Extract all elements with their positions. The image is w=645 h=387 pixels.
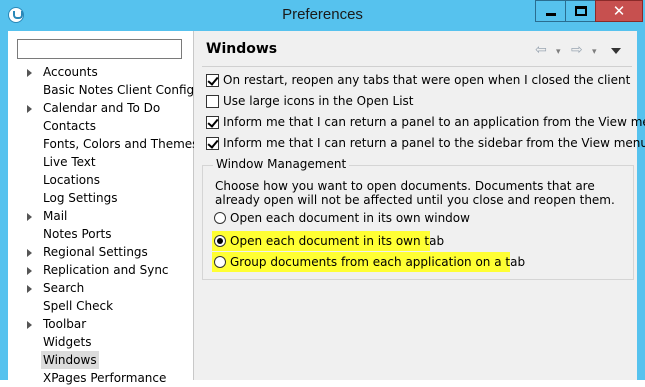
tree-item[interactable]: Toolbar — [8, 315, 193, 333]
tree-item[interactable]: Accounts — [8, 63, 193, 81]
expand-arrow-icon[interactable] — [27, 213, 32, 221]
tree-item[interactable]: Contacts — [8, 117, 193, 135]
close-button[interactable]: ✕ — [595, 0, 643, 22]
return-panel-sidebar-label: Inform me that I can return a panel to t… — [223, 136, 645, 150]
tree-item-label: Log Settings — [43, 191, 118, 205]
reopen-tabs-checkbox[interactable] — [206, 74, 219, 87]
title-bar[interactable]: Preferences ✕ — [0, 0, 645, 31]
tree-item[interactable]: Widgets — [8, 333, 193, 351]
expand-arrow-icon[interactable] — [27, 267, 32, 275]
close-icon: ✕ — [612, 2, 626, 20]
maximize-icon — [575, 6, 587, 16]
large-icons-label: Use large icons in the Open List — [223, 94, 414, 108]
expand-arrow-icon[interactable] — [27, 105, 32, 113]
tree-item-label: Accounts — [43, 65, 98, 79]
open-in-tab-radio[interactable] — [214, 235, 226, 247]
tree-item-label: Fonts, Colors and Themes — [43, 137, 199, 151]
tree-item-label: Locations — [43, 173, 101, 187]
tree-item-label: Toolbar — [43, 317, 87, 331]
tree-item-label: Live Text — [43, 155, 96, 169]
tree-item[interactable]: Regional Settings — [8, 243, 193, 261]
tree-item-label: Basic Notes Client Configu — [43, 83, 202, 97]
tree-item-label: Notes Ports — [43, 227, 112, 241]
forward-arrow-icon[interactable]: ⇨ — [571, 43, 583, 57]
tree-item[interactable]: Spell Check — [8, 297, 193, 315]
page-title: Windows — [206, 41, 278, 57]
large-icons-checkbox[interactable] — [206, 95, 219, 108]
tree-item[interactable]: Live Text — [8, 153, 193, 171]
minimize-button[interactable] — [535, 0, 566, 22]
open-in-tab-label: Open each document in its own tab — [230, 234, 445, 248]
tree-item-label: Widgets — [43, 335, 92, 349]
tree-item[interactable]: Notes Ports — [8, 225, 193, 243]
group-documents-label: Group documents from each application on… — [230, 255, 526, 269]
back-history-dropdown-icon[interactable]: ▾ — [556, 45, 561, 59]
tree-item-label: Replication and Sync — [43, 263, 169, 277]
tree-item-label: Mail — [43, 209, 68, 223]
window-management-title: Window Management — [213, 157, 350, 171]
tree-item-label: Contacts — [43, 119, 96, 133]
filter-input[interactable] — [17, 39, 182, 59]
tree-item-label: Windows — [41, 351, 99, 369]
group-documents-radio[interactable] — [214, 256, 226, 268]
preference-page: Windows ⇦ ▾ ⇨ ▾ On restart, reopen any t… — [194, 31, 645, 380]
tree-item[interactable]: Windows — [8, 351, 193, 369]
tree-item[interactable]: Log Settings — [8, 189, 193, 207]
expand-arrow-icon[interactable] — [27, 249, 32, 257]
expand-arrow-icon[interactable] — [27, 321, 32, 329]
tree-item-label: Regional Settings — [43, 245, 148, 259]
tree-item[interactable]: Locations — [8, 171, 193, 189]
return-panel-application-label: Inform me that I can return a panel to a… — [223, 115, 645, 129]
minimize-icon — [546, 13, 556, 16]
reopen-tabs-label: On restart, reopen any tabs that were op… — [223, 73, 631, 87]
tree-item[interactable]: Fonts, Colors and Themes — [8, 135, 198, 153]
expand-arrow-icon[interactable] — [27, 285, 32, 293]
return-panel-application-checkbox[interactable] — [206, 116, 219, 129]
tree-item[interactable]: Calendar and To Do — [8, 99, 193, 117]
view-menu-icon[interactable] — [611, 48, 621, 54]
tree-item-label: Spell Check — [43, 299, 114, 313]
dialog-client-area: Accounts Basic Notes Client Configu Calend… — [8, 31, 645, 385]
tree-item[interactable]: Search — [8, 279, 193, 297]
forward-history-dropdown-icon[interactable]: ▾ — [592, 45, 597, 59]
preference-tree-pane: Accounts Basic Notes Client Configu Calend… — [8, 31, 202, 385]
tree-item-label: XPages Performance — [43, 371, 167, 385]
tree-item-label: Calendar and To Do — [43, 101, 161, 115]
tree-item[interactable]: Basic Notes Client Configu — [8, 81, 202, 99]
maximize-button[interactable] — [565, 0, 596, 22]
preference-tree: Accounts Basic Notes Client Configu Calend… — [8, 63, 202, 387]
tree-item[interactable]: XPages Performance — [8, 369, 193, 387]
tree-item-label: Search — [43, 281, 85, 295]
header-divider — [202, 66, 632, 67]
open-in-window-label: Open each document in its own window — [230, 211, 470, 225]
open-in-window-radio[interactable] — [214, 212, 226, 224]
return-panel-sidebar-checkbox[interactable] — [206, 137, 219, 150]
tree-item[interactable]: Mail — [8, 207, 193, 225]
preferences-window: Preferences ✕ Accounts Basic Notes Client… — [0, 0, 645, 385]
tree-item[interactable]: Replication and Sync — [8, 261, 193, 279]
back-arrow-icon[interactable]: ⇦ — [535, 43, 547, 57]
window-management-description: Choose how you want to open documents. D… — [215, 179, 615, 207]
expand-arrow-icon[interactable] — [27, 69, 32, 77]
